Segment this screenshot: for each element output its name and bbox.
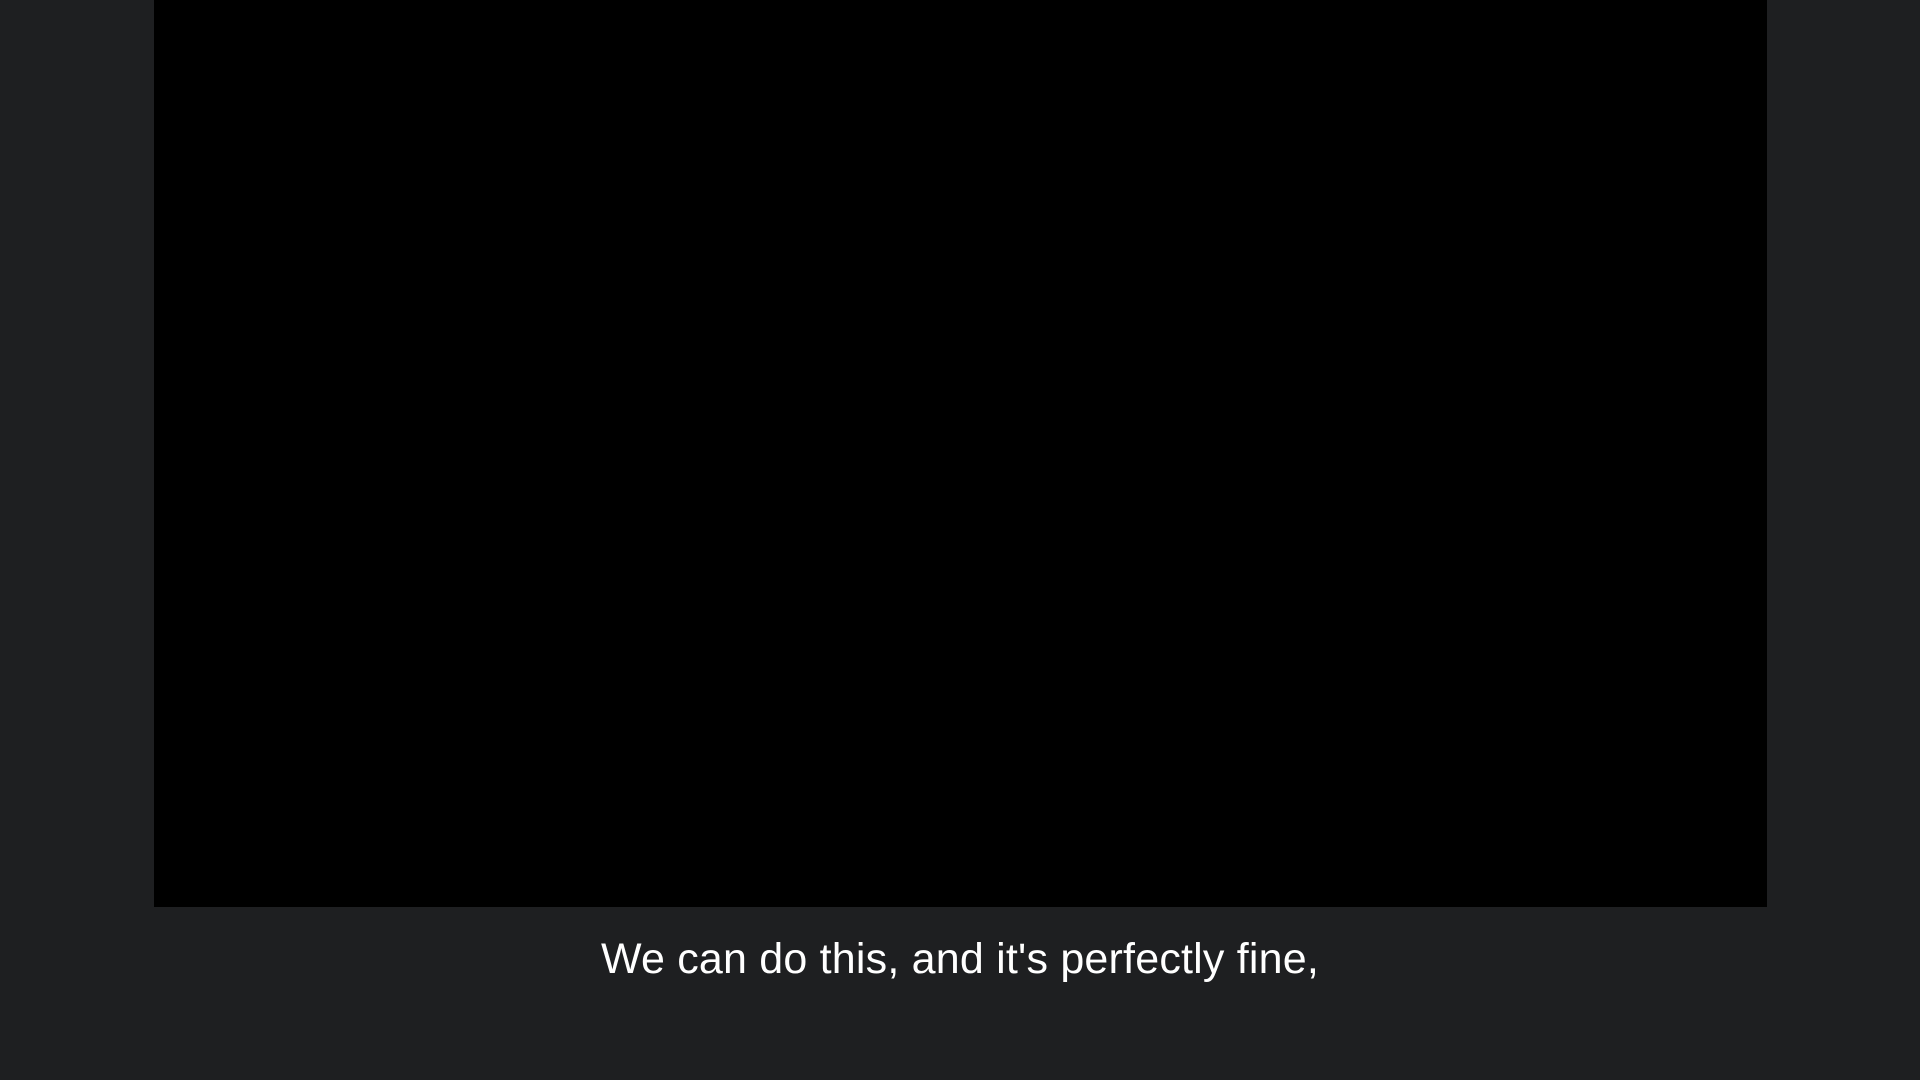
video-frame[interactable]: [154, 0, 1767, 907]
caption-text: We can do this, and it's perfectly fine,: [600, 935, 1320, 983]
slideshow-viewer: We can do this, and it's perfectly fine,: [0, 0, 1920, 1080]
caption-area: We can do this, and it's perfectly fine,: [0, 907, 1920, 1080]
